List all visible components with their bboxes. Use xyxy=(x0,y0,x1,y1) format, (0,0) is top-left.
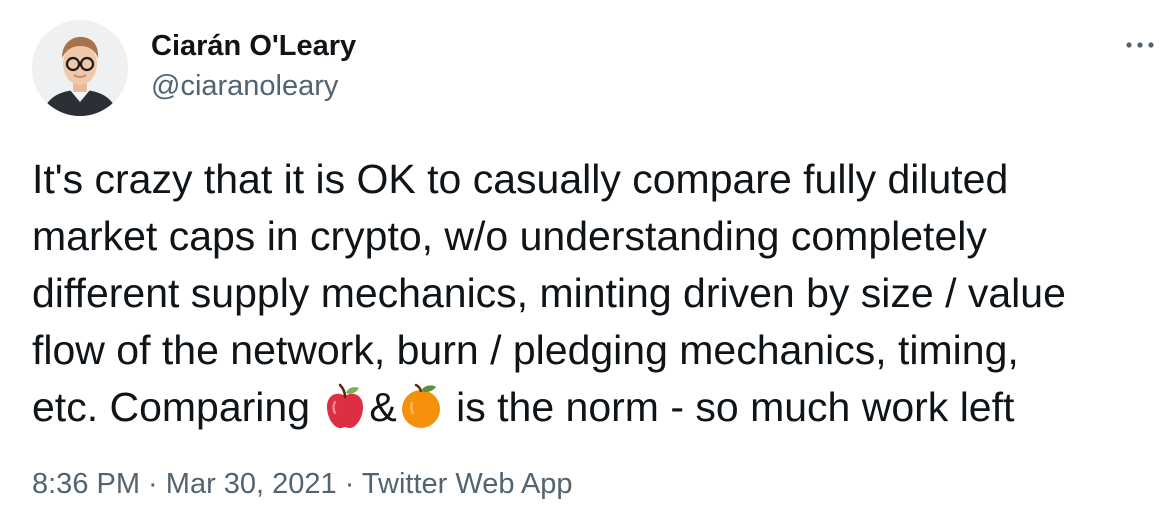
ampersand-text: & xyxy=(369,384,397,430)
tweet-text: It's crazy that it is OK to casually com… xyxy=(32,151,1162,436)
tweet-text-line: It's crazy that it is OK to casually com… xyxy=(32,156,1009,202)
meta-separator: · xyxy=(336,468,362,500)
meta-separator: · xyxy=(140,468,166,500)
tweet-metadata: 8:36 PM · Mar 30, 2021 · Twitter Web App xyxy=(32,466,573,502)
more-options-button[interactable] xyxy=(1120,32,1160,56)
tweet-time-link[interactable]: 8:36 PM xyxy=(32,468,140,500)
tweet-text-line: market caps in crypto, w/o understanding… xyxy=(32,213,987,259)
tweet-text-line-last: etc. Comparing & is the norm - so much w… xyxy=(32,379,1162,436)
tangerine-emoji-icon xyxy=(397,382,445,430)
tweet-text-line: different supply mechanics, minting driv… xyxy=(32,270,1066,316)
tweet-text-segment: etc. Comparing xyxy=(32,384,322,430)
red-apple-emoji-icon xyxy=(321,382,369,430)
author-handle[interactable]: @ciaranoleary xyxy=(151,68,338,104)
more-horizontal-icon xyxy=(1126,42,1154,48)
profile-photo-icon xyxy=(32,20,128,116)
tweet-date-link[interactable]: Mar 30, 2021 xyxy=(166,468,337,500)
tweet-text-line: flow of the network, burn / pledging mec… xyxy=(32,327,1019,373)
tweet-card: Ciarán O'Leary @ciaranoleary It's crazy … xyxy=(0,0,1170,528)
tweet-source-link[interactable]: Twitter Web App xyxy=(362,468,573,500)
avatar[interactable] xyxy=(32,20,128,116)
author-display-name[interactable]: Ciarán O'Leary xyxy=(151,28,356,64)
tweet-text-segment: is the norm - so much work left xyxy=(444,384,1015,430)
